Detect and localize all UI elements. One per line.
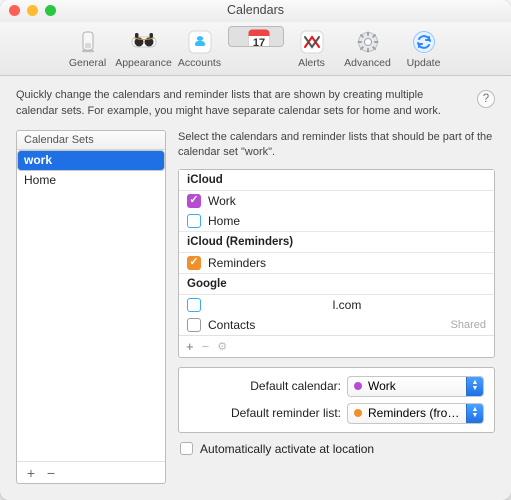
shared-badge: Shared [451, 319, 486, 331]
calendar-sets-header: Calendar Sets [17, 131, 165, 150]
gear-icon[interactable]: ⚙ [217, 340, 227, 353]
remove-calendar-button[interactable]: − [202, 339, 210, 354]
svg-text:17: 17 [252, 37, 264, 47]
checkbox-icon[interactable] [187, 318, 201, 332]
update-icon [411, 29, 437, 55]
default-reminder-select[interactable]: Reminders (from Gene… ▲▼ [347, 403, 484, 424]
group-google: Google [179, 273, 494, 295]
pane-body: Quickly change the calendars and reminde… [0, 76, 511, 500]
general-icon [75, 29, 101, 55]
calendar-picker: iCloud Work Home iCloud (Reminders) Remi… [178, 169, 495, 358]
checkbox-icon[interactable] [187, 298, 201, 312]
calendar-label: Reminders [208, 256, 266, 270]
preferences-window: Calendars General Appearance [0, 0, 511, 500]
color-dot-icon [354, 382, 362, 390]
tab-label: General [69, 57, 106, 69]
tab-label: Alerts [298, 57, 325, 69]
tab-appearance[interactable]: Appearance [116, 26, 172, 73]
advanced-icon [355, 29, 381, 55]
calendar-label: l.com [208, 298, 486, 312]
set-row-work[interactable]: work [17, 150, 165, 171]
checkbox-icon[interactable] [180, 442, 193, 455]
default-calendar-select[interactable]: Work ▲▼ [347, 376, 484, 397]
calendar-row-home[interactable]: Home [179, 211, 494, 231]
tab-label: Update [407, 57, 441, 69]
calendar-label: Contacts [208, 318, 255, 332]
picker-description: Select the calendars and reminder lists … [178, 130, 495, 160]
sets-footer: + − [17, 461, 165, 483]
tab-advanced[interactable]: Advanced [340, 26, 396, 73]
color-dot-icon [354, 409, 362, 417]
default-calendar-label: Default calendar: [189, 379, 341, 393]
stepper-icon: ▲▼ [466, 377, 483, 396]
select-value: Reminders (from Gene… [368, 406, 466, 420]
picker-footer: + − ⚙ [179, 335, 494, 357]
alerts-icon [299, 29, 325, 55]
calendar-label: Work [208, 194, 236, 208]
auto-activate-label: Automatically activate at location [200, 442, 374, 456]
tab-label: Advanced [344, 57, 391, 69]
remove-set-button[interactable]: − [42, 465, 60, 481]
tab-label: Accounts [178, 57, 221, 69]
defaults-group: Default calendar: Work ▲▼ Default remind… [178, 367, 495, 433]
reminder-row-reminders[interactable]: Reminders [179, 253, 494, 273]
checkbox-icon[interactable] [187, 194, 201, 208]
add-calendar-button[interactable]: + [186, 339, 194, 354]
tab-label: Appearance [115, 57, 172, 69]
calendar-row-work[interactable]: Work [179, 191, 494, 211]
checkbox-icon[interactable] [187, 256, 201, 270]
tab-update[interactable]: Update [396, 26, 452, 73]
checkbox-icon[interactable] [187, 214, 201, 228]
default-reminder-label: Default reminder list: [189, 406, 341, 420]
appearance-icon [131, 29, 157, 55]
calendar-sets-list: Calendar Sets work Home + − [16, 130, 166, 484]
calendar-row-google-primary[interactable]: l.com [179, 295, 494, 315]
stepper-icon: ▲▼ [466, 404, 483, 423]
window-title: Calendars [0, 3, 511, 17]
add-set-button[interactable]: + [22, 465, 40, 481]
accounts-icon [187, 29, 213, 55]
auto-activate-row[interactable]: Automatically activate at location [178, 442, 495, 456]
calendar-row-contacts[interactable]: Contacts Shared [179, 315, 494, 335]
preferences-toolbar: General Appearance Accounts [0, 22, 511, 76]
set-row-home[interactable]: Home [17, 171, 165, 189]
select-value: Work [368, 379, 466, 393]
tab-accounts[interactable]: Accounts [172, 26, 228, 73]
group-icloud: iCloud [179, 170, 494, 191]
calendars-icon: 17 [246, 27, 272, 47]
tab-calendars[interactable]: 17 Calendars [228, 26, 284, 47]
calendar-label: Home [208, 214, 240, 228]
pane-description: Quickly change the calendars and reminde… [16, 88, 495, 120]
tab-general[interactable]: General [60, 26, 116, 73]
tab-alerts[interactable]: Alerts [284, 26, 340, 73]
set-detail-column: Select the calendars and reminder lists … [178, 130, 495, 484]
help-button[interactable]: ? [477, 90, 495, 108]
group-icloud-reminders: iCloud (Reminders) [179, 231, 494, 253]
calendar-sets-column: Calendar Sets work Home + − [16, 130, 166, 484]
titlebar: Calendars [0, 0, 511, 22]
